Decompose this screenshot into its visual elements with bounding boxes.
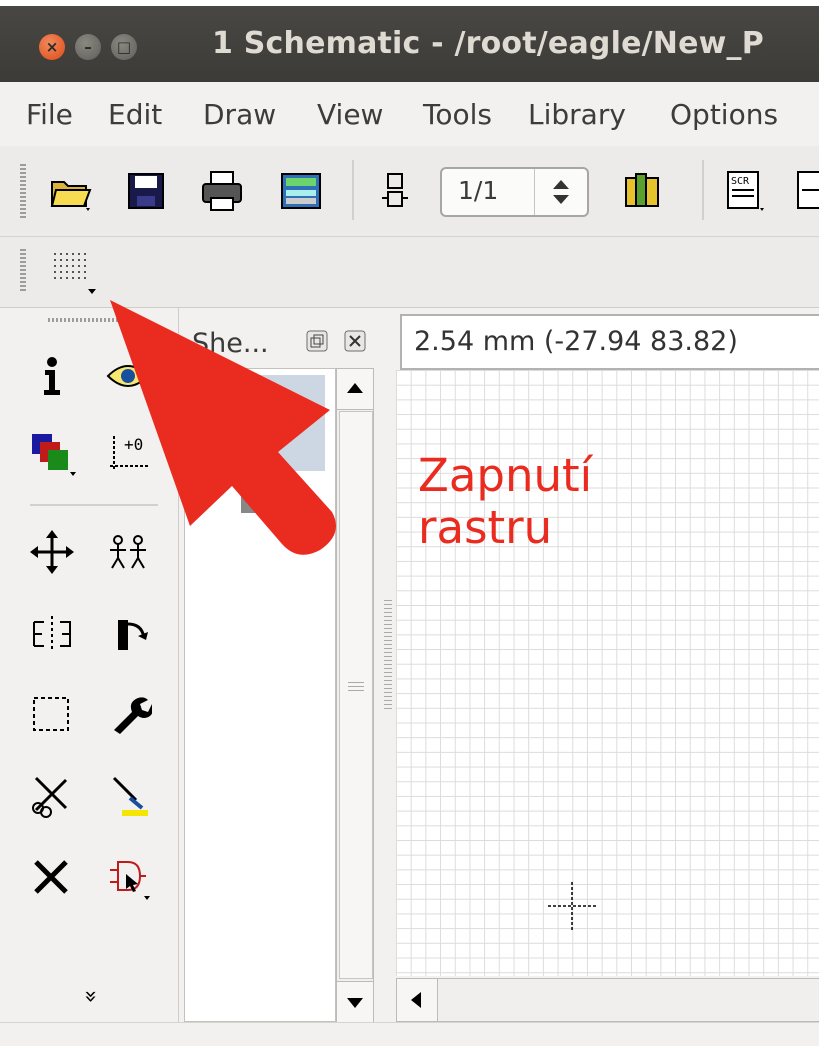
sheets-list[interactable]: [184, 368, 336, 1022]
eye-icon[interactable]: [104, 352, 152, 400]
ulp-icon[interactable]: [792, 168, 819, 214]
mirror-icon[interactable]: [28, 610, 76, 658]
title-bar: × – □ 1 Schematic - /root/eagle/New_P: [0, 0, 819, 82]
sheet-thumbnail-selected[interactable]: [185, 375, 325, 471]
float-panel-icon[interactable]: [306, 330, 328, 352]
window-title: 1 Schematic - /root/eagle/New_P: [212, 26, 764, 61]
annotation-text: Zapnutí rastru: [418, 449, 593, 554]
status-bar: [0, 1022, 819, 1046]
sheet-thumbnail[interactable]: [241, 481, 267, 513]
svg-text:SCR: SCR: [731, 176, 750, 187]
sheets-vertical-scrollbar[interactable]: [336, 368, 374, 1022]
arrow-left-icon: [411, 992, 421, 1008]
close-panel-icon[interactable]: [344, 330, 366, 352]
save-icon[interactable]: [123, 168, 169, 214]
grid-icon[interactable]: [48, 247, 102, 299]
crosshair-cursor: [548, 882, 596, 930]
scroll-left-button[interactable]: [397, 979, 438, 1021]
main-toolbar: SCR: [0, 146, 819, 237]
info-icon[interactable]: [28, 352, 76, 400]
scroll-thumb[interactable]: [339, 411, 373, 979]
toolbar-grip[interactable]: [20, 249, 26, 293]
copy-icon[interactable]: [104, 528, 152, 576]
arrow-down-icon: [347, 998, 363, 1008]
toolbar-separator: [352, 160, 354, 220]
menu-tools[interactable]: Tools: [423, 98, 492, 131]
close-icon: ×: [45, 38, 59, 56]
layers-icon[interactable]: [28, 430, 76, 478]
mark-icon[interactable]: +0: [104, 430, 152, 478]
wrench-icon[interactable]: [104, 690, 152, 738]
book-icon[interactable]: [620, 168, 666, 214]
toolbar-separator: [702, 160, 704, 220]
svg-text:+0: +0: [124, 435, 143, 454]
menu-bar: File Edit Draw View Tools Library Option…: [0, 82, 819, 146]
sheets-panel-title: She...: [192, 328, 269, 359]
menu-view[interactable]: View: [317, 98, 383, 131]
close-button[interactable]: ×: [39, 34, 65, 60]
sheets-panel: She...: [180, 308, 380, 1022]
menu-draw[interactable]: Draw: [203, 98, 276, 131]
delete-icon[interactable]: [28, 854, 76, 902]
grid-toolbar: [0, 237, 819, 308]
cut-icon[interactable]: [28, 770, 76, 818]
scroll-thumb-grip: [348, 682, 364, 694]
minimize-icon: –: [84, 38, 92, 56]
panel-splitter[interactable]: [384, 600, 392, 710]
expand-tools-icon[interactable]: »: [78, 990, 103, 1003]
maximize-icon: □: [116, 38, 132, 56]
paste-icon[interactable]: [104, 770, 152, 818]
sheet-icon[interactable]: [374, 168, 420, 214]
group-icon[interactable]: [28, 690, 76, 738]
coordinate-text: 2.54 mm (-27.94 83.82): [414, 326, 738, 357]
page-select[interactable]: 1/1: [440, 167, 589, 217]
export-icon[interactable]: [278, 168, 324, 214]
page-spin-button[interactable]: [534, 169, 587, 215]
move-icon[interactable]: [28, 528, 76, 576]
menu-options[interactable]: Options: [670, 98, 778, 131]
tool-panel-separator: [30, 504, 158, 506]
rotate-icon[interactable]: [104, 610, 152, 658]
print-icon[interactable]: [199, 168, 245, 214]
scroll-down-button[interactable]: [337, 981, 373, 1022]
add-part-icon[interactable]: [104, 854, 152, 902]
scroll-up-button[interactable]: [337, 369, 373, 410]
maximize-button[interactable]: □: [111, 34, 137, 60]
menu-library[interactable]: Library: [528, 98, 626, 131]
open-folder-icon[interactable]: [48, 168, 94, 214]
canvas-horizontal-scrollbar[interactable]: [396, 978, 819, 1022]
script-icon[interactable]: SCR: [722, 168, 768, 214]
tool-panel: +0 »: [0, 308, 179, 1022]
toolbar-grip[interactable]: [20, 164, 26, 218]
arrow-up-icon: [347, 383, 363, 393]
spin-arrows-icon: [553, 180, 569, 204]
coordinate-display: 2.54 mm (-27.94 83.82): [400, 314, 819, 370]
minimize-button[interactable]: –: [75, 34, 101, 60]
tool-panel-grip[interactable]: [48, 318, 118, 322]
menu-file[interactable]: File: [26, 98, 73, 131]
title-bar-top-edge: [0, 0, 819, 6]
menu-edit[interactable]: Edit: [108, 98, 162, 131]
page-select-value: 1/1: [458, 176, 499, 205]
